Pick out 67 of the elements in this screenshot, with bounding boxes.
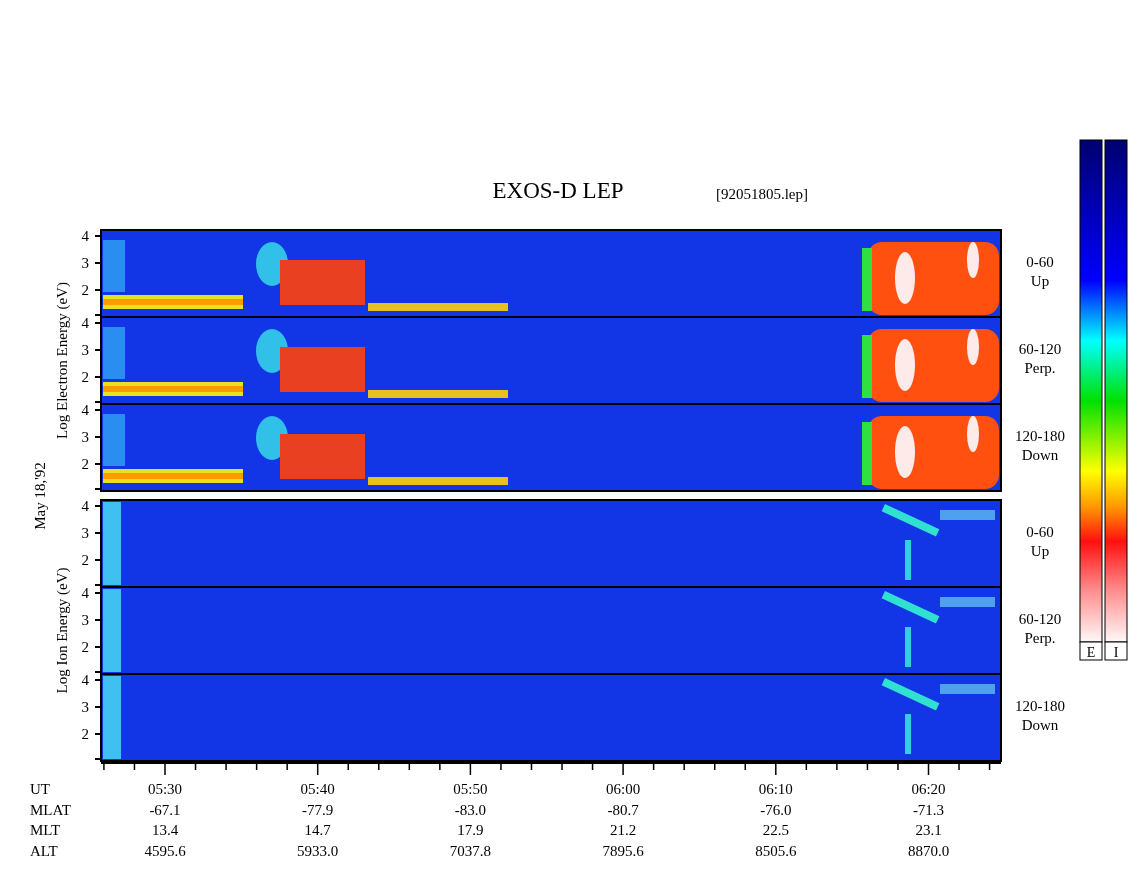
y-tick-label: 2 <box>81 726 89 742</box>
tick-value: 05:30 <box>147 781 183 797</box>
pitch-angle-label: 120-180 <box>1015 697 1065 714</box>
y-tick-label: 3 <box>81 342 89 358</box>
tick-value: 13.4 <box>151 822 179 838</box>
tick-value: -71.3 <box>912 801 945 818</box>
direction-label: Perp. <box>1024 359 1056 376</box>
pitch-angle-label: 0-60 <box>1026 523 1054 540</box>
y-tick-label: 3 <box>81 612 89 628</box>
y-tick-label: 4 <box>81 498 89 514</box>
y-tick-label: 4 <box>81 315 89 331</box>
tick-value: 14.7 <box>304 822 331 838</box>
chart-title: EXOS-D LEP <box>492 178 624 203</box>
tick-value: -83.0 <box>454 801 486 818</box>
y-tick-label: 3 <box>81 699 89 715</box>
label-frame <box>1079 641 1103 661</box>
color-scale-label: I <box>1113 645 1119 660</box>
tick-value: -67.1 <box>149 801 181 818</box>
row-label: ALT <box>30 842 58 859</box>
pitch-angle-label: 60-120 <box>1018 340 1062 357</box>
date-label: May 18,'92 <box>32 462 48 530</box>
tick-value: 05:40 <box>300 781 335 797</box>
tick-value: 22.5 <box>762 822 789 838</box>
pitch-angle-label: 60-120 <box>1018 610 1062 627</box>
tick-value: 06:10 <box>758 781 793 797</box>
row-label: UT <box>30 781 50 797</box>
tick-value: 06:20 <box>911 781 946 797</box>
color-scale-label: E <box>1086 645 1096 660</box>
y-tick-label: 2 <box>81 552 89 568</box>
y-tick-label: 2 <box>81 456 89 472</box>
tick-value: 21.2 <box>609 822 637 838</box>
pitch-angle-label: 0-60 <box>1026 253 1054 270</box>
tick-value: 17.9 <box>457 822 484 838</box>
y-tick-label: 4 <box>81 228 89 244</box>
tick-value: 8870.0 <box>907 842 950 859</box>
tick-value: 5933.0 <box>297 842 339 859</box>
y-tick-label: 2 <box>81 282 89 298</box>
y-axis-label: Log Ion Energy (eV) <box>54 567 70 694</box>
y-tick-label: 4 <box>81 585 89 601</box>
y-tick-label: 3 <box>81 525 89 541</box>
direction-label: Down <box>1021 446 1059 463</box>
y-tick-label: 3 <box>81 255 89 271</box>
y-tick-label: 4 <box>81 672 89 688</box>
row-label: MLT <box>30 822 61 838</box>
y-tick-label: 4 <box>81 402 89 418</box>
direction-label: Down <box>1021 716 1059 733</box>
direction-label: Perp. <box>1024 629 1056 646</box>
tick-value: 7895.6 <box>602 842 644 859</box>
tick-value: 05:50 <box>453 781 488 797</box>
direction-label: Up <box>1030 272 1050 289</box>
tick-value: 23.1 <box>915 822 942 838</box>
tick-value: 8505.6 <box>755 842 797 859</box>
y-axis-label: Log Electron Energy (eV) <box>54 282 70 439</box>
tick-value: -80.7 <box>607 801 639 818</box>
direction-label: Up <box>1030 542 1050 559</box>
tick-value: -77.9 <box>302 801 334 818</box>
tick-value: 7037.8 <box>449 842 491 859</box>
y-tick-label: 2 <box>81 369 89 385</box>
y-tick-label: 2 <box>81 639 89 655</box>
tick-value: 06:00 <box>606 781 641 797</box>
tick-value: 4595.6 <box>144 842 186 859</box>
row-label: MLAT <box>30 801 71 818</box>
file-label: [92051805.lep] <box>715 186 809 202</box>
y-tick-label: 3 <box>81 429 89 445</box>
label-frame <box>1104 641 1128 661</box>
pitch-angle-label: 120-180 <box>1015 427 1065 444</box>
tick-value: -76.0 <box>760 801 792 818</box>
